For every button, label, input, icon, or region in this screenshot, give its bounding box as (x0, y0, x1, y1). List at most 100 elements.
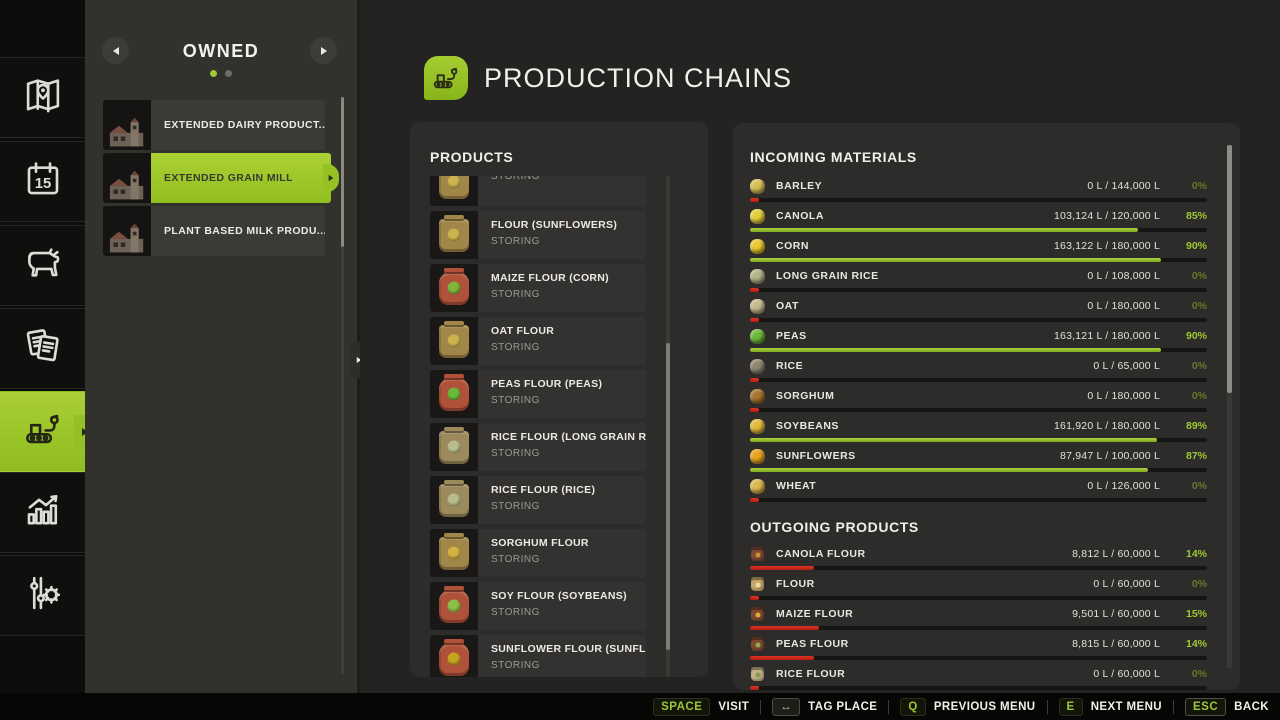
incoming-material-row: WHEAT 0 L / 126,000 L 0% (750, 474, 1207, 504)
material-amount: 0 L / 60,000 L (1093, 668, 1160, 680)
material-name: SOYBEANS (776, 420, 1054, 432)
material-percent: 15% (1174, 608, 1207, 620)
material-percent: 0% (1174, 360, 1207, 372)
owned-next-button[interactable] (310, 37, 337, 64)
product-title: RICE FLOUR (LONG GRAIN R... (491, 431, 646, 443)
material-name: CORN (776, 240, 1054, 252)
product-item[interactable]: RICE FLOUR (LONG GRAIN R... STORING (430, 423, 646, 471)
fill-level-bar (750, 318, 1207, 322)
material-name: LONG GRAIN RICE (776, 270, 1087, 282)
settings-icon (22, 572, 64, 619)
sorghum-icon (750, 389, 765, 404)
material-amount: 9,501 L / 60,000 L (1072, 608, 1160, 620)
flour-sack-icon (430, 582, 478, 630)
material-name: BARLEY (776, 180, 1087, 192)
material-name: MAIZE FLOUR (776, 608, 1072, 620)
sidebar-item-production[interactable] (0, 391, 85, 472)
product-status: STORING (491, 554, 646, 565)
material-percent: 0% (1174, 390, 1207, 402)
materials-panel-inner: INCOMING MATERIALS BARLEY 0 L / 144,000 … (750, 123, 1207, 692)
material-amount: 87,947 L / 100,000 L (1060, 450, 1160, 462)
sidebar-item-contracts[interactable] (0, 308, 85, 389)
facility-thumbnail (103, 100, 151, 150)
material-amount: 0 L / 180,000 L (1087, 390, 1160, 402)
sidebar-item-calendar[interactable]: 15 (0, 141, 85, 222)
flour-bag-icon (430, 176, 478, 206)
product-item[interactable]: SUNFLOWER FLOUR (SUNFL... STORING (430, 635, 646, 677)
product-item[interactable]: RICE FLOUR (RICE) STORING (430, 476, 646, 524)
material-percent: 89% (1174, 420, 1207, 432)
product-status: STORING (491, 607, 646, 618)
key-hint-back[interactable]: ESC BACK (1185, 698, 1269, 716)
products-scrollbar[interactable] (666, 176, 670, 677)
product-status: STORING (491, 289, 646, 300)
product-title: OAT FLOUR (491, 325, 646, 337)
incoming-material-row: SOYBEANS 161,920 L / 180,000 L 89% (750, 414, 1207, 444)
material-name: PEAS (776, 330, 1054, 342)
product-title: RICE FLOUR (RICE) (491, 484, 646, 496)
product-text: PEAS FLOUR (PEAS) STORING (478, 370, 646, 418)
owned-facility-item[interactable]: PLANT BASED MILK PRODU... (103, 206, 325, 256)
incoming-materials-list: BARLEY 0 L / 144,000 L 0% CANOLA 103,124… (750, 174, 1207, 504)
product-status: STORING (491, 501, 646, 512)
peas-flour-bag-icon (751, 637, 764, 651)
sidebar-item-statistics[interactable] (0, 472, 85, 553)
key-hint-previous-menu[interactable]: Q PREVIOUS MENU (900, 698, 1035, 716)
materials-scrollbar-thumb[interactable] (1227, 145, 1232, 393)
product-item[interactable]: PEAS FLOUR (PEAS) STORING (430, 370, 646, 418)
product-title: MAIZE FLOUR (CORN) (491, 272, 646, 284)
page-header: PRODUCTION CHAINS (424, 56, 792, 100)
rice-flour-bag-icon (751, 667, 764, 681)
product-item[interactable]: FLOUR (SUNFLOWERS) STORING (430, 211, 646, 259)
material-percent: 0% (1174, 180, 1207, 192)
key-hint-tag-place[interactable]: ↔ TAG PLACE (772, 698, 877, 716)
fill-level-bar (750, 596, 1207, 600)
product-item[interactable]: SORGHUM FLOUR STORING (430, 529, 646, 577)
outgoing-product-row: MAIZE FLOUR 9,501 L / 60,000 L 15% (750, 602, 1207, 632)
flour-bag-icon (430, 423, 478, 471)
products-scrollbar-thumb[interactable] (666, 343, 670, 650)
material-percent: 0% (1174, 668, 1207, 680)
owned-facility-item[interactable]: EXTENDED GRAIN MILL (103, 153, 331, 203)
product-title: SOY FLOUR (SOYBEANS) (491, 590, 646, 602)
owned-scrollbar[interactable] (341, 97, 344, 675)
product-title: PEAS FLOUR (PEAS) (491, 378, 646, 390)
product-item[interactable]: MAIZE FLOUR (CORN) STORING (430, 264, 646, 312)
facility-label: EXTENDED DAIRY PRODUCT... (151, 100, 325, 150)
statistics-icon (22, 489, 64, 536)
material-percent: 90% (1174, 330, 1207, 342)
map-icon (22, 74, 64, 121)
product-item[interactable]: SOY FLOUR (SOYBEANS) STORING (430, 582, 646, 630)
hint-label: NEXT MENU (1091, 701, 1162, 713)
key-hint-next-menu[interactable]: E NEXT MENU (1059, 698, 1163, 716)
svg-text:15: 15 (34, 176, 51, 192)
material-amount: 103,124 L / 120,000 L (1054, 210, 1160, 222)
product-title: SUNFLOWER FLOUR (SUNFL... (491, 643, 646, 655)
product-item[interactable]: OAT FLOUR STORING (430, 317, 646, 365)
sidebar-item-settings[interactable] (0, 555, 85, 636)
owned-facility-item[interactable]: EXTENDED DAIRY PRODUCT... (103, 100, 325, 150)
material-percent: 0% (1174, 578, 1207, 590)
sidebar-item-map[interactable] (0, 57, 85, 138)
flour-sack-icon (430, 370, 478, 418)
sidebar-item-animals[interactable] (0, 225, 85, 306)
owned-scrollbar-thumb[interactable] (341, 97, 344, 247)
main-content: PRODUCTION CHAINS PRODUCTS STORING FLOUR… (360, 0, 1280, 693)
material-name: PEAS FLOUR (776, 638, 1072, 650)
fill-level-bar (750, 198, 1207, 202)
long-grain-rice-icon (750, 269, 765, 284)
owned-panel: OWNED EXTENDED DAIRY PRODUCT... EXTENDED… (85, 0, 360, 693)
outgoing-products-list: CANOLA FLOUR 8,812 L / 60,000 L 14% FLOU… (750, 542, 1207, 692)
fill-level-bar (750, 566, 1207, 570)
hint-label: VISIT (718, 701, 749, 713)
oat-icon (750, 299, 765, 314)
outgoing-product-row: CANOLA FLOUR 8,812 L / 60,000 L 14% (750, 542, 1207, 572)
fill-level-bar (750, 438, 1207, 442)
products-panel: PRODUCTS STORING FLOUR (SUNFLOWERS) STOR… (410, 122, 708, 677)
material-name: RICE (776, 360, 1093, 372)
product-item[interactable]: STORING (430, 176, 646, 206)
materials-scrollbar[interactable] (1227, 145, 1232, 668)
material-amount: 0 L / 144,000 L (1087, 180, 1160, 192)
barley-icon (750, 179, 765, 194)
key-hint-visit[interactable]: SPACE VISIT (653, 698, 749, 716)
